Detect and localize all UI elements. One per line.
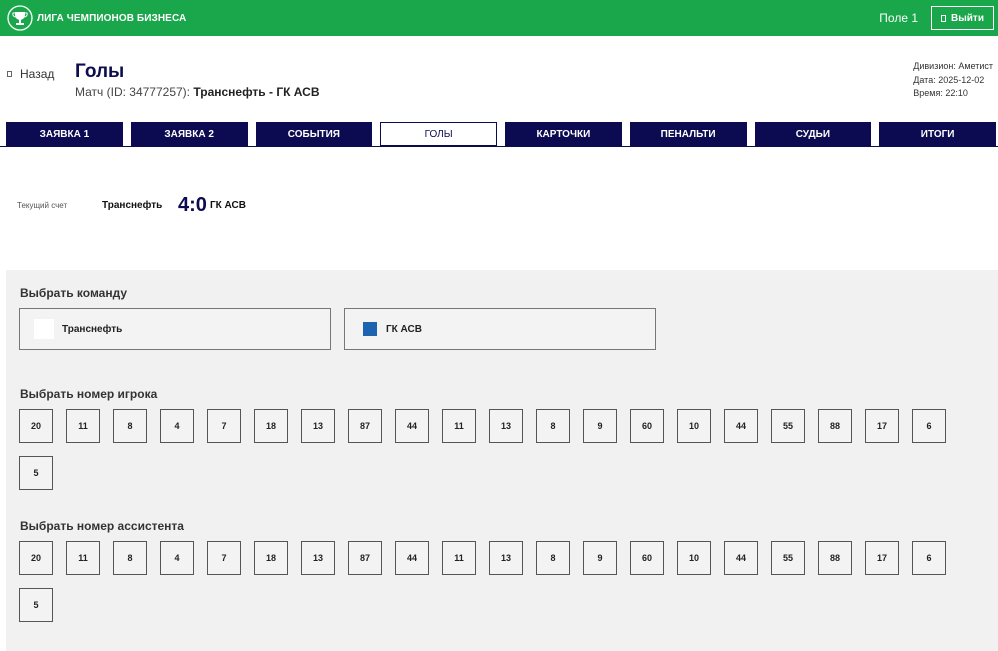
- assistant-number-button[interactable]: 8: [113, 541, 147, 575]
- tab-divider: [0, 146, 998, 147]
- assistant-number-button[interactable]: 17: [865, 541, 899, 575]
- assistant-number-button[interactable]: 8: [536, 541, 570, 575]
- assistant-number-button[interactable]: 5: [19, 588, 53, 622]
- assistant-number-button[interactable]: 10: [677, 541, 711, 575]
- assistant-number-button[interactable]: 4: [160, 541, 194, 575]
- tab-6[interactable]: СУДЬИ: [754, 122, 872, 146]
- match-date: Дата: 2025-12-02: [913, 74, 985, 85]
- team-option-away[interactable]: ГК АСВ: [344, 308, 656, 350]
- player-number-button[interactable]: 11: [442, 409, 476, 443]
- player-number-button[interactable]: 88: [818, 409, 852, 443]
- player-number-button[interactable]: 5: [19, 456, 53, 490]
- back-label: Назад: [20, 67, 55, 81]
- goal-entry-panel: Выбрать команду Транснефть ГК АСВ Выбрат…: [6, 270, 998, 651]
- score-label: Текущий счет: [17, 201, 68, 210]
- assistant-number-button[interactable]: 55: [771, 541, 805, 575]
- player-number-button[interactable]: 10: [677, 409, 711, 443]
- assistant-number-button[interactable]: 6: [912, 541, 946, 575]
- player-number-button[interactable]: 87: [348, 409, 382, 443]
- player-number-button[interactable]: 55: [771, 409, 805, 443]
- match-name: Транснефть - ГК АСВ: [193, 85, 320, 99]
- team-color-swatch: [363, 322, 377, 336]
- assistant-number-button[interactable]: 20: [19, 541, 53, 575]
- back-icon: [7, 71, 12, 77]
- player-number-button[interactable]: 6: [912, 409, 946, 443]
- logo[interactable]: ЛИГА ЧЕМПИОНОВ БИЗНЕСА: [7, 5, 186, 31]
- team-color-swatch: [34, 319, 54, 339]
- assistant-number-button[interactable]: 11: [66, 541, 100, 575]
- assistant-number-button[interactable]: 13: [301, 541, 335, 575]
- player-number-button[interactable]: 13: [301, 409, 335, 443]
- match-meta: Дивизион: Аметист Дата: 2025-12-02 Время…: [913, 60, 993, 101]
- assistant-select-title: Выбрать номер ассистента: [20, 519, 184, 533]
- logout-label: Выйти: [951, 12, 984, 24]
- assistant-number-button[interactable]: 13: [489, 541, 523, 575]
- field-label: Поле 1: [879, 11, 918, 25]
- logout-icon: [941, 14, 947, 22]
- page-title: Голы: [75, 61, 125, 82]
- score-team-home: Транснефть: [102, 200, 163, 211]
- tab-2[interactable]: СОБЫТИЯ: [255, 122, 373, 146]
- assistant-number-button[interactable]: 60: [630, 541, 664, 575]
- tab-4[interactable]: КАРТОЧКИ: [505, 122, 622, 146]
- player-number-button[interactable]: 44: [724, 409, 758, 443]
- tab-7[interactable]: ИТОГИ: [879, 122, 996, 146]
- assistant-number-button[interactable]: 87: [348, 541, 382, 575]
- score-value: 4:0: [178, 194, 207, 216]
- division: Дивизион: Аметист: [913, 61, 993, 71]
- assistant-number-button[interactable]: 88: [818, 541, 852, 575]
- logo-text: ЛИГА ЧЕМПИОНОВ БИЗНЕСА: [37, 12, 187, 24]
- tab-1[interactable]: ЗАЯВКА 2: [130, 122, 248, 146]
- tab-bar: ЗАЯВКА 1 ЗАЯВКА 2 СОБЫТИЯ ГОЛЫ КАРТОЧКИ ПЕНАЛ…: [6, 122, 996, 146]
- team-select-title: Выбрать команду: [20, 286, 128, 300]
- logout-button[interactable]: Выйти: [931, 6, 994, 30]
- assistant-number-button[interactable]: 18: [254, 541, 288, 575]
- assistant-number-button[interactable]: 44: [724, 541, 758, 575]
- player-number-button[interactable]: 11: [66, 409, 100, 443]
- tab-3[interactable]: ГОЛЫ: [380, 122, 497, 146]
- team-option-home[interactable]: Транснефть: [19, 308, 331, 350]
- tab-0[interactable]: ЗАЯВКА 1: [6, 122, 123, 146]
- back-link[interactable]: Назад: [7, 67, 54, 81]
- player-number-button[interactable]: 13: [489, 409, 523, 443]
- match-id: Матч (ID: 34777257):: [75, 85, 191, 99]
- player-number-button[interactable]: 20: [19, 409, 53, 443]
- player-number-button[interactable]: 44: [395, 409, 429, 443]
- player-number-button[interactable]: 18: [254, 409, 288, 443]
- player-number-button[interactable]: 60: [630, 409, 664, 443]
- assistant-number-button[interactable]: 44: [395, 541, 429, 575]
- player-number-button[interactable]: 8: [113, 409, 147, 443]
- match-info: Матч (ID: 34777257): Транснефть - ГК АСВ: [75, 85, 320, 99]
- trophy-logo-icon: [7, 5, 33, 31]
- team-option-label: Транснефть: [62, 323, 123, 335]
- player-select-title: Выбрать номер игрока: [20, 387, 158, 401]
- tab-5[interactable]: ПЕНАЛЬТИ: [629, 122, 747, 146]
- match-time: Время: 22:10: [913, 88, 968, 98]
- player-number-button[interactable]: 9: [583, 409, 617, 443]
- player-number-button[interactable]: 7: [207, 409, 241, 443]
- score-team-away: ГК АСВ: [210, 200, 246, 211]
- assistant-number-button[interactable]: 9: [583, 541, 617, 575]
- team-option-label: ГК АСВ: [386, 323, 422, 335]
- assistant-number-button[interactable]: 11: [442, 541, 476, 575]
- player-number-button[interactable]: 17: [865, 409, 899, 443]
- player-number-button[interactable]: 4: [160, 409, 194, 443]
- player-number-button[interactable]: 8: [536, 409, 570, 443]
- top-bar: ЛИГА ЧЕМПИОНОВ БИЗНЕСА Поле 1 Выйти: [0, 0, 998, 36]
- assistant-number-button[interactable]: 7: [207, 541, 241, 575]
